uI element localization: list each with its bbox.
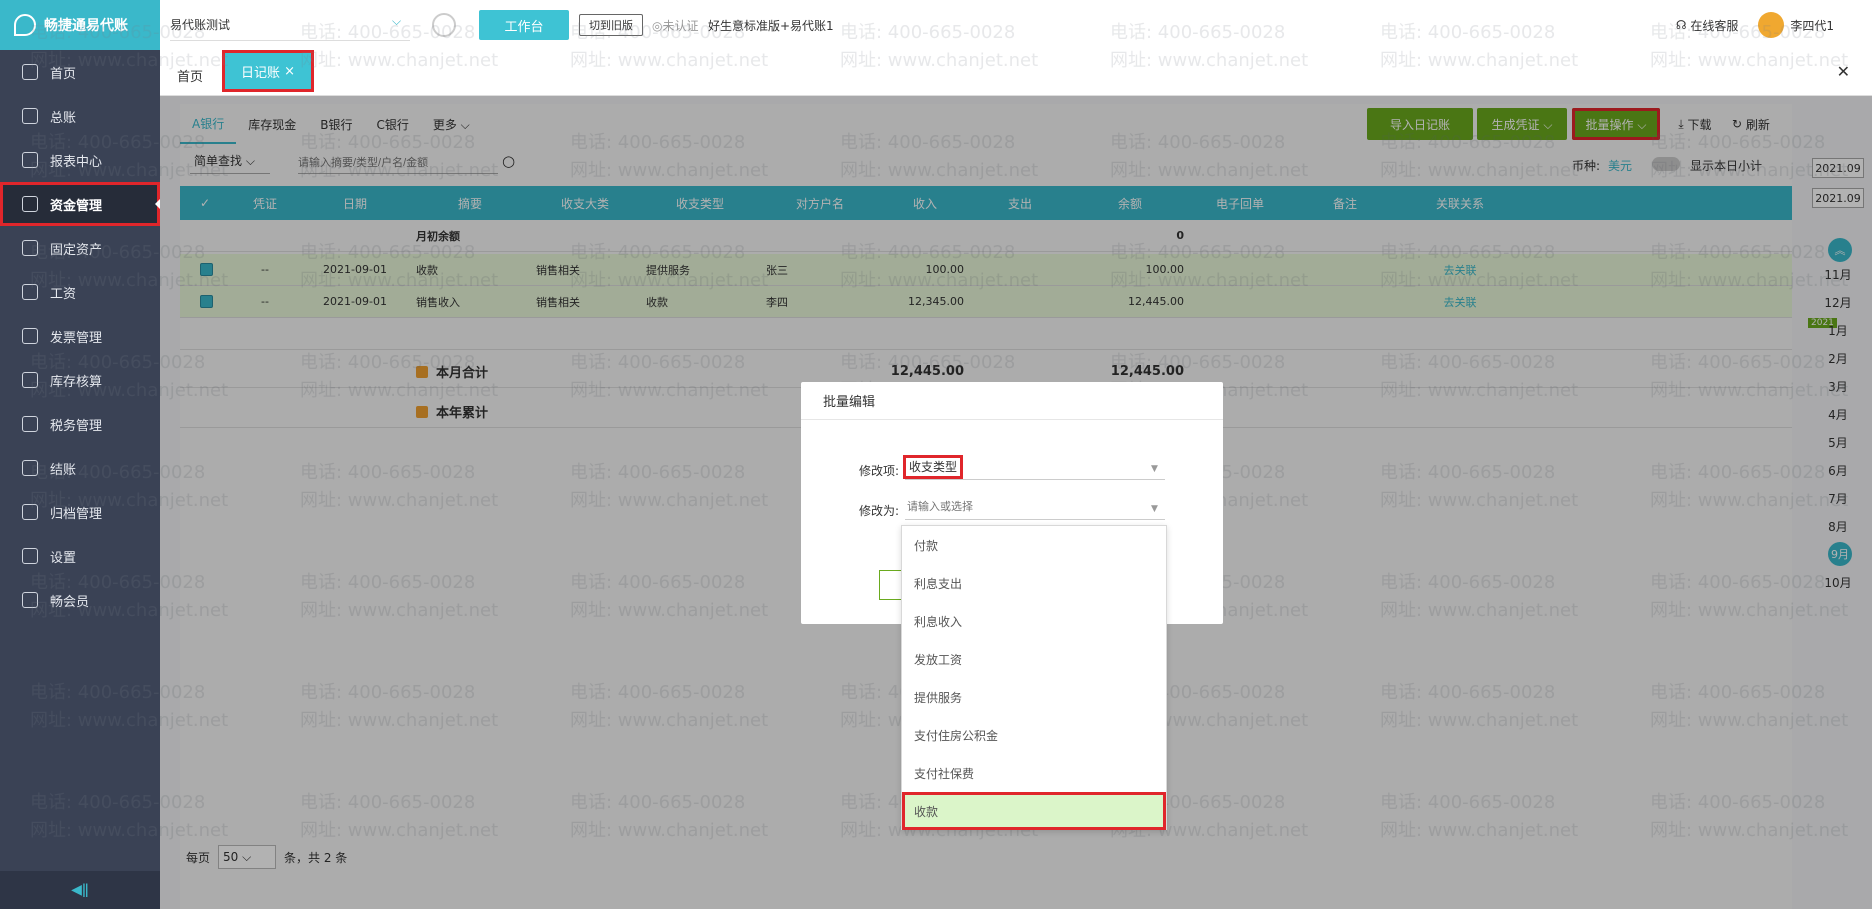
tab-diary-label: 日记账 bbox=[240, 65, 280, 81]
dropdown-option[interactable]: 支付社保费 bbox=[902, 754, 1166, 792]
sidebar-item-5[interactable]: 工资 bbox=[0, 270, 160, 314]
headset-icon[interactable]: ☊ bbox=[1676, 18, 1690, 32]
sidebar-item-label: 工资 bbox=[50, 286, 77, 302]
modify-to-label: 修改为: bbox=[859, 504, 900, 518]
sidebar-item-label: 资金管理 bbox=[50, 198, 103, 214]
switch-old-version-button[interactable]: 切到旧版 bbox=[579, 14, 643, 36]
sidebar-item-label: 发票管理 bbox=[50, 330, 103, 346]
dropdown-option[interactable]: 支付住房公积金 bbox=[902, 716, 1166, 754]
report-icon bbox=[22, 152, 38, 168]
salary-icon bbox=[22, 284, 38, 300]
gear-icon bbox=[22, 548, 38, 564]
tab-diary[interactable]: 日记账 × bbox=[222, 50, 314, 92]
sidebar-item-label: 畅会员 bbox=[50, 594, 90, 610]
sidebar-item-label: 总账 bbox=[50, 110, 77, 126]
invoice-icon bbox=[22, 328, 38, 344]
modify-item-label: 修改项: bbox=[859, 464, 900, 478]
dropdown-option[interactable]: 发放工资 bbox=[902, 640, 1166, 678]
sidebar-item-label: 报表中心 bbox=[50, 154, 103, 170]
calendar-icon[interactable] bbox=[432, 13, 456, 37]
dropdown-option[interactable]: 付款 bbox=[902, 526, 1166, 564]
chevron-down-icon[interactable]: ▼ bbox=[1151, 464, 1158, 474]
sidebar-item-8[interactable]: 税务管理 bbox=[0, 402, 160, 446]
sidebar-item-1[interactable]: 总账 bbox=[0, 94, 160, 138]
sidebar-item-3[interactable]: 资金管理 bbox=[0, 182, 160, 226]
sidebar-item-2[interactable]: 报表中心 bbox=[0, 138, 160, 182]
uncertified-badge[interactable]: ◎未认证 bbox=[652, 17, 698, 34]
sidebar-item-label: 设置 bbox=[50, 550, 77, 566]
dropdown-option[interactable]: 利息收入 bbox=[902, 602, 1166, 640]
tab-home[interactable]: 首页 bbox=[177, 66, 203, 85]
sidebar-item-11[interactable]: 设置 bbox=[0, 534, 160, 578]
top-bar: 易代账测试 ⌵ 工作台 切到旧版 ◎未认证 好生意标准版+易代账1 ☊ 在线客服… bbox=[160, 0, 1872, 50]
dropdown-option[interactable]: 收款 bbox=[902, 792, 1166, 830]
close-icon[interactable]: × bbox=[284, 64, 295, 79]
sidebar-item-10[interactable]: 归档管理 bbox=[0, 490, 160, 534]
tax-icon bbox=[22, 416, 38, 432]
archive-icon bbox=[22, 504, 38, 520]
sidebar-item-6[interactable]: 发票管理 bbox=[0, 314, 160, 358]
online-service-link[interactable]: 在线客服 bbox=[1690, 17, 1738, 34]
workbench-button[interactable]: 工作台 bbox=[479, 10, 569, 40]
sidebar-item-9[interactable]: 结账 bbox=[0, 446, 160, 490]
sidebar-item-4[interactable]: 固定资产 bbox=[0, 226, 160, 270]
tab-bar: 首页 日记账 × ✕ bbox=[160, 50, 1872, 96]
type-dropdown-list: 付款 利息支出 利息收入 发放工资 提供服务 支付住房公积金 支付社保费 收款 bbox=[901, 525, 1167, 830]
dialog-title: 批量编辑 bbox=[801, 382, 1223, 420]
app-title: 畅捷通易代账 bbox=[44, 18, 128, 34]
sidebar-item-label: 结账 bbox=[50, 462, 77, 478]
sidebar-item-label: 税务管理 bbox=[50, 418, 103, 434]
dropdown-option[interactable]: 利息支出 bbox=[902, 564, 1166, 602]
money-bag-icon bbox=[22, 196, 38, 212]
sidebar-item-label: 固定资产 bbox=[50, 242, 103, 258]
ledger-icon bbox=[22, 108, 38, 124]
logo-icon bbox=[14, 14, 36, 36]
user-name[interactable]: 李四代1 bbox=[1790, 17, 1834, 34]
dropdown-option[interactable]: 提供服务 bbox=[902, 678, 1166, 716]
chevron-down-icon[interactable]: ▼ bbox=[1151, 504, 1158, 514]
inventory-icon bbox=[22, 372, 38, 388]
avatar[interactable] bbox=[1758, 12, 1785, 38]
sidebar: 畅捷通易代账 首页总账报表中心资金管理固定资产工资发票管理库存核算税务管理结账归… bbox=[0, 0, 160, 909]
home-icon bbox=[22, 64, 38, 80]
modify-item-value[interactable]: 收支类型 bbox=[903, 455, 964, 479]
checkout-icon bbox=[22, 460, 38, 476]
version-label: 好生意标准版+易代账1 bbox=[708, 19, 834, 33]
vip-icon bbox=[22, 592, 38, 608]
modify-to-input[interactable] bbox=[905, 494, 1165, 520]
asset-icon bbox=[22, 240, 38, 256]
collapse-sidebar-button[interactable]: ◀ǁ bbox=[0, 871, 160, 909]
company-selector[interactable]: 易代账测试 bbox=[170, 16, 230, 33]
app-logo[interactable]: 畅捷通易代账 bbox=[0, 0, 160, 50]
sidebar-item-7[interactable]: 库存核算 bbox=[0, 358, 160, 402]
sidebar-item-label: 库存核算 bbox=[50, 374, 103, 390]
dialog-cancel-button[interactable] bbox=[879, 570, 903, 600]
collapse-icon: ◀ǁ bbox=[71, 882, 89, 898]
sidebar-item-label: 归档管理 bbox=[50, 506, 103, 522]
sidebar-item-label: 首页 bbox=[50, 66, 77, 82]
chevron-down-icon[interactable]: ⌵ bbox=[392, 14, 401, 29]
sidebar-item-0[interactable]: 首页 bbox=[0, 50, 160, 94]
close-all-tabs-icon[interactable]: ✕ bbox=[1837, 62, 1850, 81]
sidebar-item-12[interactable]: 畅会员 bbox=[0, 578, 160, 622]
divider bbox=[170, 40, 410, 41]
